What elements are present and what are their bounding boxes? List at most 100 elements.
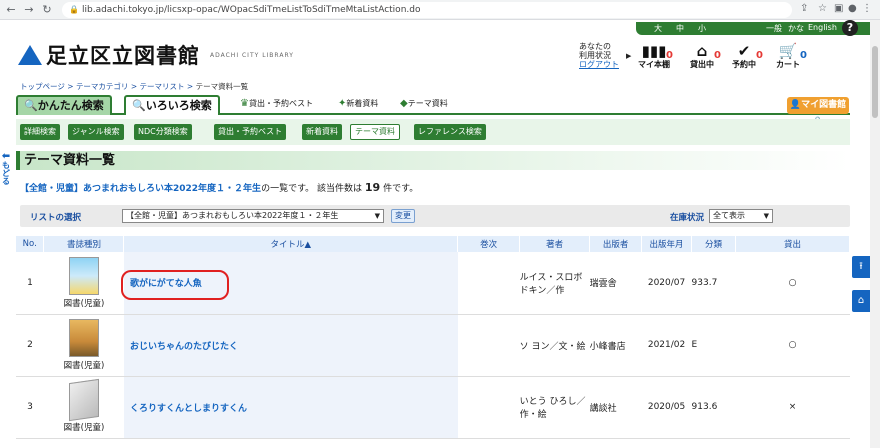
mode-general[interactable]: 一般 — [766, 23, 782, 34]
book-publisher: 瑞雲舎 — [589, 252, 642, 315]
subnav-new[interactable]: 新着資料 — [302, 124, 342, 140]
table-row: 3 図書(児童) くろりすくんとしまりすくん いとう ひろし／作・絵 講談社 2… — [16, 376, 850, 439]
mode-kana[interactable]: かな — [788, 23, 804, 34]
book-loan-status: × — [735, 376, 850, 439]
lock-icon: 🔒 — [69, 5, 79, 14]
menu-dots-icon[interactable]: ⋮ — [862, 3, 872, 14]
book-author: ソ ヨン／文・絵 — [519, 314, 590, 377]
search-magnifier-icon: 🔍 — [24, 99, 38, 112]
crown-icon: ♛ — [240, 98, 249, 109]
lending-button[interactable]: ⌂ 0 貸出中 — [680, 44, 724, 70]
tab-simple-label: かんたん検索 — [37, 99, 104, 112]
book-cover-placeholder-image[interactable] — [68, 378, 99, 422]
row-no: 1 — [16, 252, 44, 315]
sidepanel-icon[interactable]: ▣ — [834, 3, 843, 14]
col-no: No. — [16, 236, 45, 252]
text-size-language-bar: 大 中 小 一般 かな English — [636, 22, 870, 35]
breadcrumb-sep: > — [186, 82, 194, 91]
subnav-theme[interactable]: テーマ資料 — [350, 124, 400, 140]
mybookshelf-button[interactable]: ▮▮▮ 0 マイ本棚 — [632, 44, 676, 70]
font-size-large[interactable]: 大 — [654, 23, 662, 34]
tab-best-label: 貸出・予約ベスト — [248, 99, 314, 108]
book-class: 933.7 — [691, 252, 736, 315]
stock-label: 在庫状況 — [670, 213, 705, 223]
font-size-medium[interactable]: 中 — [676, 23, 684, 34]
user-status-line1: あなたの — [579, 42, 611, 51]
book-type: 図書(児童) — [63, 361, 105, 371]
col-author: 著者 — [519, 236, 591, 252]
site-logo[interactable]: 足立区立図書館 ADACHI CITY LIBRARY — [18, 40, 294, 70]
subnav-best[interactable]: 貸出・予約ベスト — [214, 124, 287, 140]
col-title-sort[interactable]: タイトル▲ — [123, 236, 459, 252]
back-button[interactable]: ⬅ もどる — [0, 152, 12, 206]
cart-label: カート — [776, 60, 800, 69]
book-cover-image[interactable] — [68, 256, 99, 295]
logout-link[interactable]: ログアウト — [579, 60, 619, 69]
book-author: いとう ひろし／作・絵 — [519, 376, 590, 439]
list-select-value: 【全館・児童】あつまれおもしろい本2022年度１・２年生 — [126, 211, 339, 220]
forward-arrow-icon[interactable]: → — [22, 3, 36, 16]
tab-theme-label: テーマ資料 — [407, 99, 448, 108]
user-status-line2: 利用状況 — [579, 51, 611, 60]
tab-simple-search[interactable]: 🔍かんたん検索 — [16, 95, 112, 115]
user-arrow-icon: ▶ — [626, 52, 632, 60]
col-loan: 貸出 — [735, 236, 850, 252]
book-publisher: 講談社 — [589, 376, 642, 439]
tab-various-label: いろいろ検索 — [145, 99, 212, 112]
profile-icon[interactable]: ● — [848, 3, 857, 14]
tab-theme[interactable]: ◆テーマ資料 — [400, 98, 448, 109]
help-icon[interactable]: ? — [842, 20, 858, 36]
col-date: 出版年月 — [641, 236, 693, 252]
subnav-reference[interactable]: レファレンス検索 — [414, 124, 486, 140]
subnav-detail-search[interactable]: 詳細検索 — [20, 124, 60, 140]
book-cover-image[interactable] — [68, 319, 99, 357]
list-select[interactable]: 【全館・児童】あつまれおもしろい本2022年度１・２年生 ▼ — [122, 209, 384, 223]
col-volume: 巻次 — [457, 236, 521, 252]
back-arrow-icon[interactable]: ← — [4, 3, 18, 16]
scrollbar-thumb[interactable] — [872, 46, 878, 118]
table-header-row: No. 書誌種別 タイトル▲ 巻次 著者 出版者 出版年月 分類 貸出 — [16, 236, 850, 252]
url-text: lib.adachi.tokyo.jp/licsxp-opac/WOpacSdi… — [82, 5, 421, 15]
page-title: テーマ資料一覧 — [16, 151, 850, 170]
site-title: 足立区立図書館 — [46, 44, 200, 68]
table-row: 2 図書(児童) おじいちゃんのたびじたく ソ ヨン／文・絵 小峰書店 2021… — [16, 314, 850, 377]
person-icon: 👤 — [789, 100, 802, 110]
subnav-genre-search[interactable]: ジャンル検索 — [68, 124, 124, 140]
book-volume — [457, 376, 520, 439]
breadcrumb-category[interactable]: テーマカテゴリ — [76, 82, 129, 91]
tab-new[interactable]: ✦新着資料 — [338, 98, 378, 109]
stock-select[interactable]: 全て表示 ▼ — [709, 209, 773, 223]
search-magnifier-icon: 🔍 — [132, 99, 146, 112]
back-arrow-icon: ⬅ — [1, 151, 11, 162]
font-size-small[interactable]: 小 — [698, 23, 706, 34]
cart-button[interactable]: 🛒 0 カート — [766, 44, 810, 70]
reload-icon[interactable]: ↻ — [40, 3, 54, 16]
book-title-link[interactable]: おじいちゃんのたびじたく — [123, 314, 458, 377]
book-date: 2021/02 — [641, 314, 692, 377]
book-title-link[interactable]: くろりすくんとしまりすくん — [123, 376, 458, 439]
home-icon[interactable]: ⌂ — [852, 290, 870, 312]
tab-various-search[interactable]: 🔍いろいろ検索 — [124, 95, 220, 115]
type-cell: 図書(児童) — [43, 252, 124, 315]
book-publisher: 小峰書店 — [589, 314, 642, 377]
address-bar[interactable]: 🔒 lib.adachi.tokyo.jp/licsxp-opac/WOpacSd… — [62, 2, 792, 18]
bookshelf-count: 0 — [666, 50, 673, 61]
sub-navigation: 詳細検索 ジャンル検索 NDC分類検索 貸出・予約ベスト 新着資料 テーマ資料 … — [16, 119, 850, 145]
mylibrary-label: マイ図書館 — [801, 100, 847, 110]
scroll-top-icon[interactable]: ⭱ — [852, 256, 870, 278]
breadcrumb-top[interactable]: トップページ — [20, 82, 65, 91]
share-icon[interactable]: ⇪ — [800, 3, 808, 14]
breadcrumb-list[interactable]: テーマリスト — [140, 82, 185, 91]
bookmark-star-icon[interactable]: ☆ — [818, 3, 827, 14]
tab-best[interactable]: ♛貸出・予約ベスト — [240, 98, 313, 109]
reserved-button[interactable]: ✔ 0 予約中 — [722, 44, 766, 70]
bookshelf-label: マイ本棚 — [638, 60, 670, 69]
change-button[interactable]: 変更 — [391, 209, 415, 223]
mode-english[interactable]: English — [808, 23, 837, 32]
user-status: あなたの 利用状況 ログアウト — [579, 42, 619, 69]
book-class: E — [691, 314, 736, 377]
subnav-ndc-search[interactable]: NDC分類検索 — [134, 124, 192, 140]
book-type: 図書(児童) — [63, 298, 105, 309]
lending-label: 貸出中 — [690, 60, 714, 69]
mylibrary-button[interactable]: 👤マイ図書館🔒 — [787, 97, 849, 127]
